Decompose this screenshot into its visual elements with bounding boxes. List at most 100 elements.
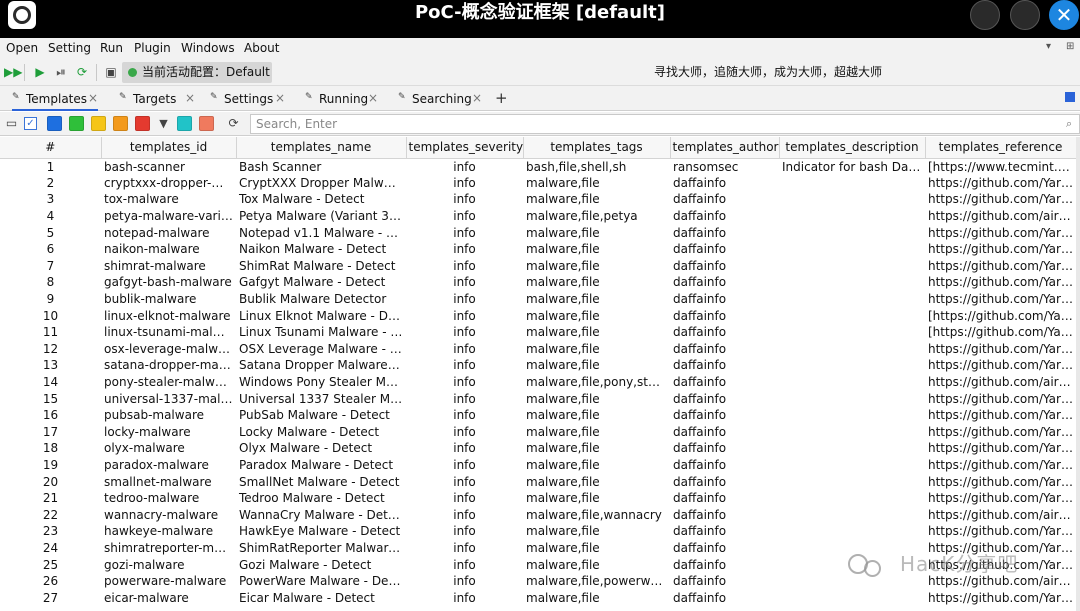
column-header-id[interactable]: templates_id xyxy=(101,137,237,159)
table-row[interactable]: 13 satana-dropper-malw... Satana Dropper M… xyxy=(0,357,1076,374)
cell-number: 25 xyxy=(42,557,59,572)
close-tab-icon[interactable]: × xyxy=(275,90,285,106)
close-tab-icon[interactable]: × xyxy=(472,90,482,106)
cell-tags: malware,file xyxy=(526,308,600,323)
table-row[interactable]: 15 universal-1337-malw... Universal 1337 S… xyxy=(0,390,1076,407)
table-row[interactable]: 12 osx-leverage-malware OSX Leverage Malwa… xyxy=(0,341,1076,358)
cell-description xyxy=(779,473,925,490)
menu-setting[interactable]: Setting xyxy=(48,40,91,56)
table-row[interactable]: 11 linux-tsunami-malware Linux Tsunami Mal… xyxy=(0,324,1076,341)
run-icon[interactable]: ▶ xyxy=(32,64,48,80)
column-header-reference[interactable]: templates_reference xyxy=(925,137,1077,159)
tab-templates[interactable]: ✎ Templates × xyxy=(12,86,98,111)
cell-tags: malware,file,petya xyxy=(526,209,638,224)
cell-id: bublik-malware xyxy=(104,292,197,307)
cell-reference: https://github.com/airbn... xyxy=(928,375,1076,390)
color-filter-red[interactable] xyxy=(135,116,150,131)
menu-open[interactable]: Open xyxy=(6,40,38,56)
reload-icon[interactable]: ⟳ xyxy=(226,116,241,131)
menu-plugin[interactable]: Plugin xyxy=(134,40,171,56)
table-row[interactable]: 10 linux-elknot-malware Linux Elknot Malwa… xyxy=(0,307,1076,324)
cell-tags: malware,file xyxy=(526,524,600,539)
column-header-description[interactable]: templates_description xyxy=(779,137,926,159)
cell-author: daffainfo xyxy=(673,325,727,340)
color-filter-orange[interactable] xyxy=(113,116,128,131)
color-filter-blue[interactable] xyxy=(47,116,62,131)
pin-icon[interactable]: ▾ xyxy=(1046,41,1051,52)
table-row[interactable]: 21 tedroo-malware Tedroo Malware - Detect i… xyxy=(0,490,1076,507)
column-header-name[interactable]: templates_name xyxy=(236,137,407,159)
column-header-tags[interactable]: templates_tags xyxy=(523,137,671,159)
tab-running[interactable]: ✎ Running × xyxy=(305,86,381,111)
table-row[interactable]: 1 bash-scanner Bash Scanner info bash,file,s… xyxy=(0,158,1076,175)
run-selected-icon[interactable]: ⏯ xyxy=(53,64,69,80)
table-row[interactable]: 23 hawkeye-malware HawkEye Malware - Detec… xyxy=(0,523,1076,540)
color-filter-yellow[interactable] xyxy=(91,116,106,131)
dock-icon[interactable]: ⊞ xyxy=(1066,41,1074,52)
add-tab-icon[interactable]: + xyxy=(495,89,508,107)
table-row[interactable]: 4 petya-malware-varia... Petya Malware (Va… xyxy=(0,208,1076,225)
tab-searching[interactable]: ✎ Searching × xyxy=(398,86,484,111)
cell-number: 21 xyxy=(42,491,59,506)
run-all-icon[interactable]: ▶▶ xyxy=(4,64,22,80)
color-filter-green[interactable] xyxy=(69,116,84,131)
table-row[interactable]: 14 pony-stealer-malware Windows Pony Steal… xyxy=(0,374,1076,391)
save-icon[interactable]: ▣ xyxy=(103,64,119,80)
cell-description xyxy=(779,274,925,291)
table-row[interactable]: 27 eicar-malware Eicar Malware - Detect inf… xyxy=(0,589,1076,606)
menu-about[interactable]: About xyxy=(244,40,279,56)
color-filter-salmon[interactable] xyxy=(199,116,214,131)
menu-run[interactable]: Run xyxy=(100,40,123,56)
table-row[interactable]: 18 olyx-malware Olyx Malware - Detect info m… xyxy=(0,440,1076,457)
cell-description xyxy=(779,341,925,358)
column-header-author[interactable]: templates_author xyxy=(670,137,780,159)
cell-id: universal-1337-malw... xyxy=(104,391,236,406)
cell-id: bash-scanner xyxy=(104,159,185,174)
table-row[interactable]: 19 paradox-malware Paradox Malware - Detec… xyxy=(0,457,1076,474)
cell-name: SmallNet Malware - Detect xyxy=(239,474,400,489)
minimize-button[interactable] xyxy=(970,0,1000,30)
select-all-checkbox[interactable]: ✓ xyxy=(24,117,37,130)
cell-number: 17 xyxy=(42,424,59,439)
table-row[interactable]: 7 shimrat-malware ShimRat Malware - Detect… xyxy=(0,258,1076,275)
menu-windows[interactable]: Windows xyxy=(181,40,235,56)
tab-targets[interactable]: ✎ Targets × xyxy=(119,86,195,111)
watermark-text: HacK分享吧 xyxy=(900,552,1019,576)
table-row[interactable]: 5 notepad-malware Notepad v1.1 Malware - D… xyxy=(0,224,1076,241)
tab-settings[interactable]: ✎ Settings × xyxy=(210,86,286,111)
table-row[interactable]: 6 naikon-malware Naikon Malware - Detect in… xyxy=(0,241,1076,258)
table-row[interactable]: 16 pubsab-malware PubSab Malware - Detect i… xyxy=(0,407,1076,424)
refresh-run-icon[interactable]: ⟳ xyxy=(74,64,90,80)
column-header-number[interactable]: # xyxy=(0,137,102,159)
table-row[interactable]: 3 tox-malware Tox Malware - Detect info malw… xyxy=(0,191,1076,208)
cell-name: CryptXXX Dropper Malware ... xyxy=(239,175,406,190)
maximize-button[interactable] xyxy=(1010,0,1040,30)
table-row[interactable]: 8 gafgyt-bash-malware Gafgyt Malware - Det… xyxy=(0,274,1076,291)
search-box[interactable]: ⌕ xyxy=(250,114,1080,134)
folder-icon[interactable]: ▭ xyxy=(4,116,19,131)
cell-reference: https://github.com/Yara... xyxy=(928,192,1076,207)
cell-number: 20 xyxy=(42,474,59,489)
close-button[interactable]: ✕ xyxy=(1049,0,1079,30)
table-row[interactable]: 9 bublik-malware Bublik Malware Detector in… xyxy=(0,291,1076,308)
cell-severity: info xyxy=(453,524,476,539)
filter-icon[interactable]: ▼ xyxy=(156,116,171,131)
tab-menu-icon[interactable] xyxy=(1065,92,1075,102)
table-row[interactable]: 2 cryptxxx-dropper-mal... CryptXXX Dropper… xyxy=(0,175,1076,192)
column-header-severity[interactable]: templates_severity xyxy=(406,137,524,159)
search-icon[interactable]: ⌕ xyxy=(1066,117,1078,131)
close-tab-icon[interactable]: × xyxy=(88,90,98,106)
filter-bar: ▭ ✓ ▼ ⟳ ⌕ xyxy=(0,112,1080,136)
color-filter-cyan[interactable] xyxy=(177,116,192,131)
active-config-indicator[interactable]: 当前活动配置：Default xyxy=(122,62,272,83)
table-row[interactable]: 22 wannacry-malware WannaCry Malware - Det… xyxy=(0,506,1076,523)
close-tab-icon[interactable]: × xyxy=(368,90,378,106)
table-row[interactable]: 17 locky-malware Locky Malware - Detect inf… xyxy=(0,424,1076,441)
cell-severity: info xyxy=(453,557,476,572)
search-input[interactable] xyxy=(256,116,1046,132)
close-tab-icon[interactable]: × xyxy=(185,90,195,106)
table-row[interactable]: 20 smallnet-malware SmallNet Malware - Det… xyxy=(0,473,1076,490)
vertical-scrollbar[interactable] xyxy=(1076,137,1080,611)
cell-author: daffainfo xyxy=(673,358,727,373)
cell-tags: malware,file xyxy=(526,258,600,273)
